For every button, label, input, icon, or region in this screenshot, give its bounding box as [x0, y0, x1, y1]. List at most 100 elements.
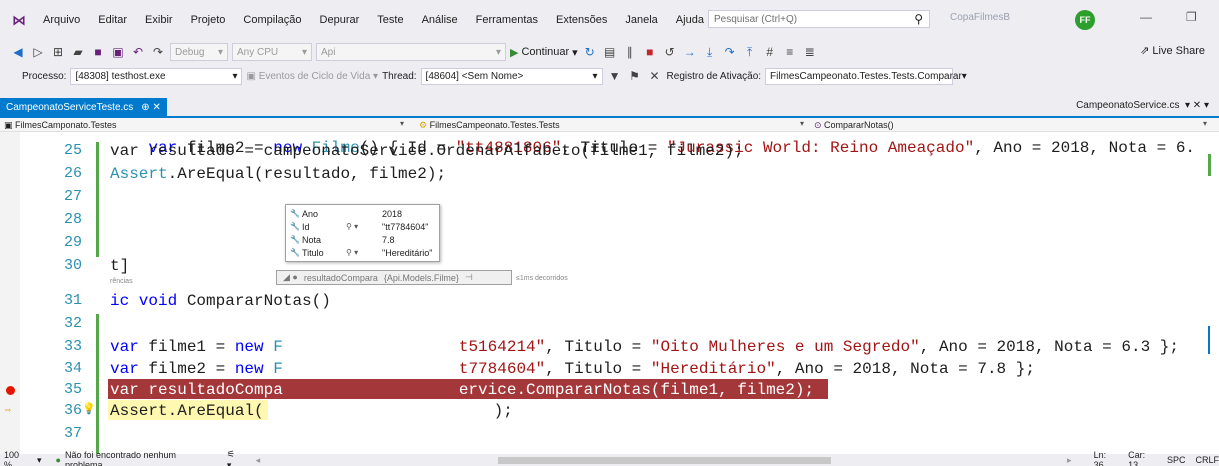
- debug-location-toolbar: Processo: [48308] testhost.exe ▾ ▣ Evento…: [0, 64, 1219, 88]
- thread-dropdown[interactable]: [48604] <Sem Nome> ▾: [420, 67, 603, 85]
- code-token: new: [234, 338, 264, 356]
- process-label: Processo:: [22, 70, 67, 82]
- menu-projeto[interactable]: Projeto: [182, 14, 235, 26]
- menu-arquivo[interactable]: Arquivo: [34, 14, 89, 26]
- code-line-31: ic void CompararNotas(): [110, 292, 331, 310]
- undo-icon[interactable]: ↶: [130, 45, 146, 59]
- code-token: ervice.CompararNotas(filme1, filme2);: [458, 381, 815, 399]
- pin-close-icon[interactable]: ⊕ ✕: [141, 102, 161, 113]
- datatip-row-id[interactable]: 🔧 Id ⚲ ▾ "tt7784604": [286, 220, 441, 233]
- step-into-icon[interactable]: ⤓: [702, 45, 718, 60]
- menu-editar[interactable]: Editar: [89, 14, 136, 26]
- restore-icon[interactable]: ❐: [1186, 10, 1197, 24]
- tab-campeonato-service[interactable]: CampeonatoService.cs ▾ ✕ ▾: [1076, 100, 1209, 111]
- chevron-down-icon[interactable]: ▾: [1203, 119, 1207, 128]
- menu-compilacao[interactable]: Compilação: [234, 14, 310, 26]
- save-all-icon[interactable]: ▣: [110, 45, 126, 59]
- redo-icon[interactable]: ↷: [150, 45, 166, 59]
- current-statement-arrow-icon: ⇨: [5, 406, 12, 417]
- hex-display-icon[interactable]: #: [762, 45, 778, 59]
- platform-dropdown[interactable]: Any CPU ▾: [232, 43, 312, 61]
- zoom-level[interactable]: 100 %: [4, 450, 29, 466]
- text-visualizer-icon[interactable]: ⚲ ▾: [346, 248, 358, 257]
- datatip-row-nota[interactable]: 🔧 Nota 7.8: [286, 233, 441, 246]
- scroll-right-icon[interactable]: ▸: [1067, 455, 1072, 466]
- open-file-icon[interactable]: ▰: [70, 45, 86, 59]
- overview-marker: [1208, 154, 1211, 176]
- lifecycle-events-button[interactable]: ▣ Eventos de Ciclo de Vida ▾: [246, 71, 378, 82]
- chevron-down-icon[interactable]: ▾: [400, 119, 404, 128]
- datatip-root-row[interactable]: ◢ ● resultadoCompara {Api.Models.Filme} …: [276, 270, 512, 285]
- back-icon[interactable]: ◀: [10, 45, 26, 59]
- brush-icon[interactable]: ⚟ ▾: [227, 449, 242, 466]
- issues-status[interactable]: Não foi encontrado nenhum problema: [65, 450, 213, 466]
- menu-teste[interactable]: Teste: [368, 14, 412, 26]
- code-token: Assert.AreEqual(: [110, 402, 264, 420]
- expand-icon[interactable]: ◢ ●: [283, 272, 298, 283]
- menu-ajuda[interactable]: Ajuda: [667, 14, 713, 26]
- datatip-field-name: Ano: [302, 208, 319, 219]
- save-icon[interactable]: ■: [90, 45, 106, 59]
- stackframe-dropdown[interactable]: FilmesCampeonato.Testes.Tests.Comparar ▾: [765, 67, 967, 85]
- stop-icon[interactable]: ■: [642, 45, 658, 59]
- line-number: 36: [63, 402, 82, 419]
- pause-icon[interactable]: ∥: [622, 45, 638, 59]
- tab-overflow-icon[interactable]: ▾ ✕ ▾: [1182, 100, 1209, 111]
- collapse-icon[interactable]: ✕: [647, 69, 663, 83]
- code-token: t7784604": [458, 360, 546, 378]
- lightbulb-icon[interactable]: 💡: [82, 402, 96, 416]
- code-token: , Ano = 2018, Nota = 6.3 };: [919, 338, 1179, 356]
- restart-icon[interactable]: ↺: [662, 45, 678, 59]
- flag-icon[interactable]: ⚑: [627, 69, 643, 83]
- horizontal-scrollbar[interactable]: [498, 456, 832, 464]
- minimize-icon[interactable]: —: [1140, 10, 1152, 24]
- search-input[interactable]: Pesquisar (Ctrl+Q) ⚲: [708, 10, 930, 28]
- codelens-references[interactable]: rências: [110, 278, 133, 285]
- menu-ferramentas[interactable]: Ferramentas: [467, 14, 547, 26]
- menu-depurar[interactable]: Depurar: [311, 14, 369, 26]
- datatip-row-titulo[interactable]: 🔧 Titulo ⚲ ▾ "Hereditário": [286, 246, 441, 259]
- step-over-icon[interactable]: ↷: [722, 45, 738, 59]
- filter-icon[interactable]: ▼: [607, 69, 623, 83]
- chevron-down-icon[interactable]: ▾: [800, 119, 804, 128]
- configuration-dropdown[interactable]: Debug ▾: [170, 43, 228, 61]
- breakpoint-icon[interactable]: [6, 386, 15, 395]
- menu-extensoes[interactable]: Extensões: [547, 14, 616, 26]
- code-token: var: [110, 338, 139, 356]
- menu-exibir[interactable]: Exibir: [136, 14, 182, 26]
- process-dropdown[interactable]: [48308] testhost.exe ▾: [70, 67, 243, 85]
- change-indicator: [96, 142, 99, 257]
- comment-icon[interactable]: ≡: [782, 45, 798, 59]
- member-dropdown[interactable]: ⊙ CompararNotas(): [810, 118, 1210, 132]
- step-out-icon[interactable]: ⤒: [742, 45, 758, 60]
- text-visualizer-icon[interactable]: ⚲ ▾: [346, 222, 358, 231]
- live-share-button[interactable]: ⇗ Live Share: [1140, 44, 1205, 57]
- avatar[interactable]: FF: [1075, 10, 1095, 30]
- scroll-left-icon[interactable]: ◂: [256, 455, 261, 466]
- debugger-datatip[interactable]: 🔧 Ano 2018 🔧 Id ⚲ ▾ "tt7784604" 🔧 Nota 7…: [285, 204, 440, 262]
- class-dropdown[interactable]: ⚙ FilmesCampeonato.Testes.Tests: [415, 118, 810, 132]
- code-token: , Ano = 2018, Nota = 7.8 };: [775, 360, 1035, 378]
- visual-studio-logo-icon: ⋈: [12, 11, 26, 28]
- tab-campeonato-service-teste[interactable]: CampeonatoServiceTeste.cs ⊕ ✕: [0, 98, 167, 116]
- startup-project-dropdown[interactable]: Api ▾: [316, 43, 506, 61]
- menu-janela[interactable]: Janela: [616, 14, 666, 26]
- line-number: 32: [63, 315, 82, 332]
- forward-icon[interactable]: ▷: [30, 45, 46, 59]
- pin-icon[interactable]: ⊣: [465, 272, 473, 283]
- code-editor[interactable]: var filme2 = new Filme() { Id = "tt48818…: [0, 132, 1219, 454]
- diagnostics-icon[interactable]: ▤: [602, 45, 618, 59]
- column-indicator: Car: 13: [1128, 450, 1146, 466]
- new-item-icon[interactable]: ⊞: [50, 45, 66, 59]
- continue-button[interactable]: ▶ Continuar ▾: [510, 46, 578, 59]
- chevron-down-icon[interactable]: ▾: [37, 455, 42, 466]
- show-next-statement-icon[interactable]: →: [682, 45, 698, 59]
- project-dropdown[interactable]: ▣ FilmesCamponato.Testes: [0, 118, 410, 132]
- uncomment-icon[interactable]: ≣: [802, 45, 818, 59]
- menu-analise[interactable]: Análise: [413, 14, 467, 26]
- code-token: F: [263, 360, 283, 378]
- datatip-row-ano[interactable]: 🔧 Ano 2018: [286, 207, 441, 220]
- continue-label: Continuar: [521, 46, 570, 58]
- code-token: new: [234, 360, 264, 378]
- hot-reload-icon[interactable]: ↻: [582, 45, 598, 59]
